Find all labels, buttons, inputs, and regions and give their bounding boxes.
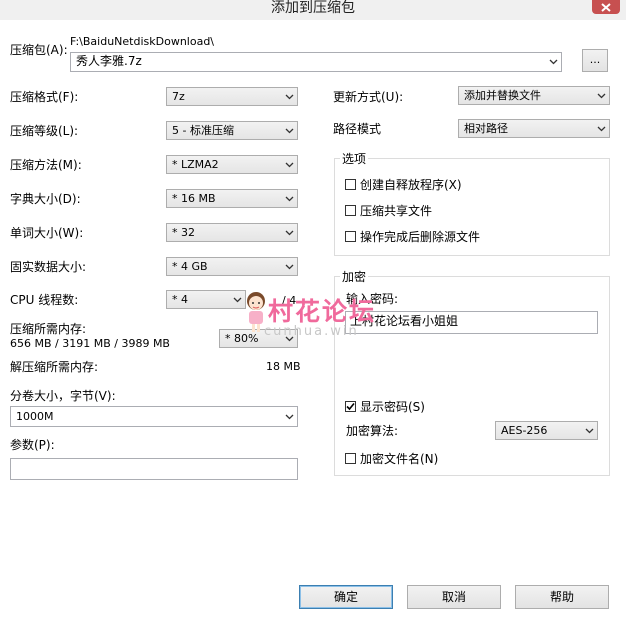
chevron-down-icon bbox=[597, 126, 606, 132]
update-value: 添加并替换文件 bbox=[464, 89, 541, 102]
dict-label: 字典大小(D): bbox=[10, 192, 81, 206]
encrypt-names-checkbox[interactable]: 加密文件名(N) bbox=[345, 450, 438, 467]
browse-button[interactable]: ... bbox=[582, 49, 608, 72]
level-value: 5 - 标准压缩 bbox=[172, 124, 234, 137]
volume-label: 分卷大小，字节(V): bbox=[10, 389, 116, 403]
archive-path: F:\BaiduNetdiskDownload\ bbox=[70, 35, 215, 48]
solid-value: * 4 GB bbox=[172, 260, 208, 273]
sfx-checkbox[interactable]: 创建自释放程序(X) bbox=[345, 176, 462, 193]
archive-name-combo[interactable]: 秀人李雅.7z bbox=[70, 52, 562, 72]
path-mode-label: 路径模式 bbox=[333, 122, 382, 136]
shared-files-label: 压缩共享文件 bbox=[360, 204, 433, 218]
method-combo[interactable]: * LZMA2 bbox=[166, 155, 298, 174]
watermark-text: 村花论坛 bbox=[268, 297, 377, 326]
cpu-combo[interactable]: * 4 bbox=[166, 290, 246, 309]
encryption-title: 加密 bbox=[340, 270, 369, 284]
dict-value: * 16 MB bbox=[172, 192, 216, 205]
checkbox-box bbox=[345, 179, 356, 190]
close-icon bbox=[601, 2, 611, 12]
mem-compress-label: 压缩所需内存: bbox=[10, 322, 87, 336]
chevron-down-icon bbox=[285, 94, 294, 100]
shared-files-checkbox[interactable]: 压缩共享文件 bbox=[345, 202, 432, 219]
word-label: 单词大小(W): bbox=[10, 226, 84, 240]
volume-combo[interactable]: 1000M bbox=[10, 406, 298, 427]
checkbox-box bbox=[345, 401, 356, 412]
watermark-subtext: cunhua.win bbox=[264, 324, 359, 339]
format-combo[interactable]: 7z bbox=[166, 87, 298, 106]
cpu-label: CPU 线程数: bbox=[10, 293, 79, 307]
add-to-archive-dialog: 添加到压缩包 压缩包(A): F:\BaiduNetdiskDownload\ … bbox=[0, 0, 626, 628]
cancel-button[interactable]: 取消 bbox=[407, 585, 501, 609]
archive-name-value: 秀人李雅.7z bbox=[76, 54, 142, 68]
mem-decompress-label: 解压缩所需内存: bbox=[10, 360, 99, 374]
check-icon bbox=[346, 402, 355, 411]
show-password-label: 显示密码(S) bbox=[360, 400, 425, 414]
checkbox-box bbox=[345, 453, 356, 464]
format-label: 压缩格式(F): bbox=[10, 90, 79, 104]
show-password-checkbox[interactable]: 显示密码(S) bbox=[345, 398, 425, 415]
checkbox-box bbox=[345, 205, 356, 216]
chevron-down-icon bbox=[285, 196, 294, 202]
path-mode-value: 相对路径 bbox=[464, 122, 508, 135]
update-label: 更新方式(U): bbox=[333, 90, 404, 104]
word-value: * 32 bbox=[172, 226, 195, 239]
update-combo[interactable]: 添加并替换文件 bbox=[458, 86, 610, 105]
close-button[interactable] bbox=[592, 0, 620, 14]
volume-value: 1000M bbox=[16, 410, 54, 423]
solid-label: 固实数据大小: bbox=[10, 260, 87, 274]
solid-combo[interactable]: * 4 GB bbox=[166, 257, 298, 276]
chevron-down-icon bbox=[549, 59, 558, 65]
method-label: 压缩方法(M): bbox=[10, 158, 82, 172]
chevron-down-icon bbox=[285, 264, 294, 270]
path-mode-combo[interactable]: 相对路径 bbox=[458, 119, 610, 138]
chevron-down-icon bbox=[285, 162, 294, 168]
ok-button[interactable]: 确定 bbox=[299, 585, 393, 609]
cpu-value: * 4 bbox=[172, 293, 188, 306]
chevron-down-icon bbox=[597, 93, 606, 99]
chevron-down-icon bbox=[285, 128, 294, 134]
mem-compress-detail: 656 MB / 3191 MB / 3989 MB bbox=[10, 337, 170, 350]
params-input[interactable] bbox=[10, 458, 298, 480]
help-button[interactable]: 帮助 bbox=[515, 585, 609, 609]
encryption-method-label: 加密算法: bbox=[346, 424, 399, 438]
level-label: 压缩等级(L): bbox=[10, 124, 79, 138]
options-title: 选项 bbox=[340, 152, 369, 166]
window-title: 添加到压缩包 bbox=[271, 0, 355, 16]
encryption-method-value: AES-256 bbox=[501, 424, 548, 437]
format-value: 7z bbox=[172, 90, 185, 103]
dict-combo[interactable]: * 16 MB bbox=[166, 189, 298, 208]
sfx-label: 创建自释放程序(X) bbox=[360, 178, 462, 192]
chevron-down-icon bbox=[285, 414, 294, 420]
word-combo[interactable]: * 32 bbox=[166, 223, 298, 242]
delete-after-checkbox[interactable]: 操作完成后删除源文件 bbox=[345, 228, 480, 245]
encrypt-names-label: 加密文件名(N) bbox=[360, 452, 439, 466]
delete-after-label: 操作完成后删除源文件 bbox=[360, 230, 481, 244]
watermark: 村花论坛 cunhua.win bbox=[240, 290, 420, 346]
checkbox-box bbox=[345, 231, 356, 242]
method-value: * LZMA2 bbox=[172, 158, 219, 171]
level-combo[interactable]: 5 - 标准压缩 bbox=[166, 121, 298, 140]
mem-decompress-value: 18 MB bbox=[266, 360, 301, 373]
params-label: 参数(P): bbox=[10, 438, 55, 452]
encryption-method-combo[interactable]: AES-256 bbox=[495, 421, 598, 440]
chevron-down-icon bbox=[585, 428, 594, 434]
chevron-down-icon bbox=[285, 230, 294, 236]
title-bar: 添加到压缩包 bbox=[0, 0, 626, 20]
archive-label: 压缩包(A): bbox=[10, 43, 68, 57]
